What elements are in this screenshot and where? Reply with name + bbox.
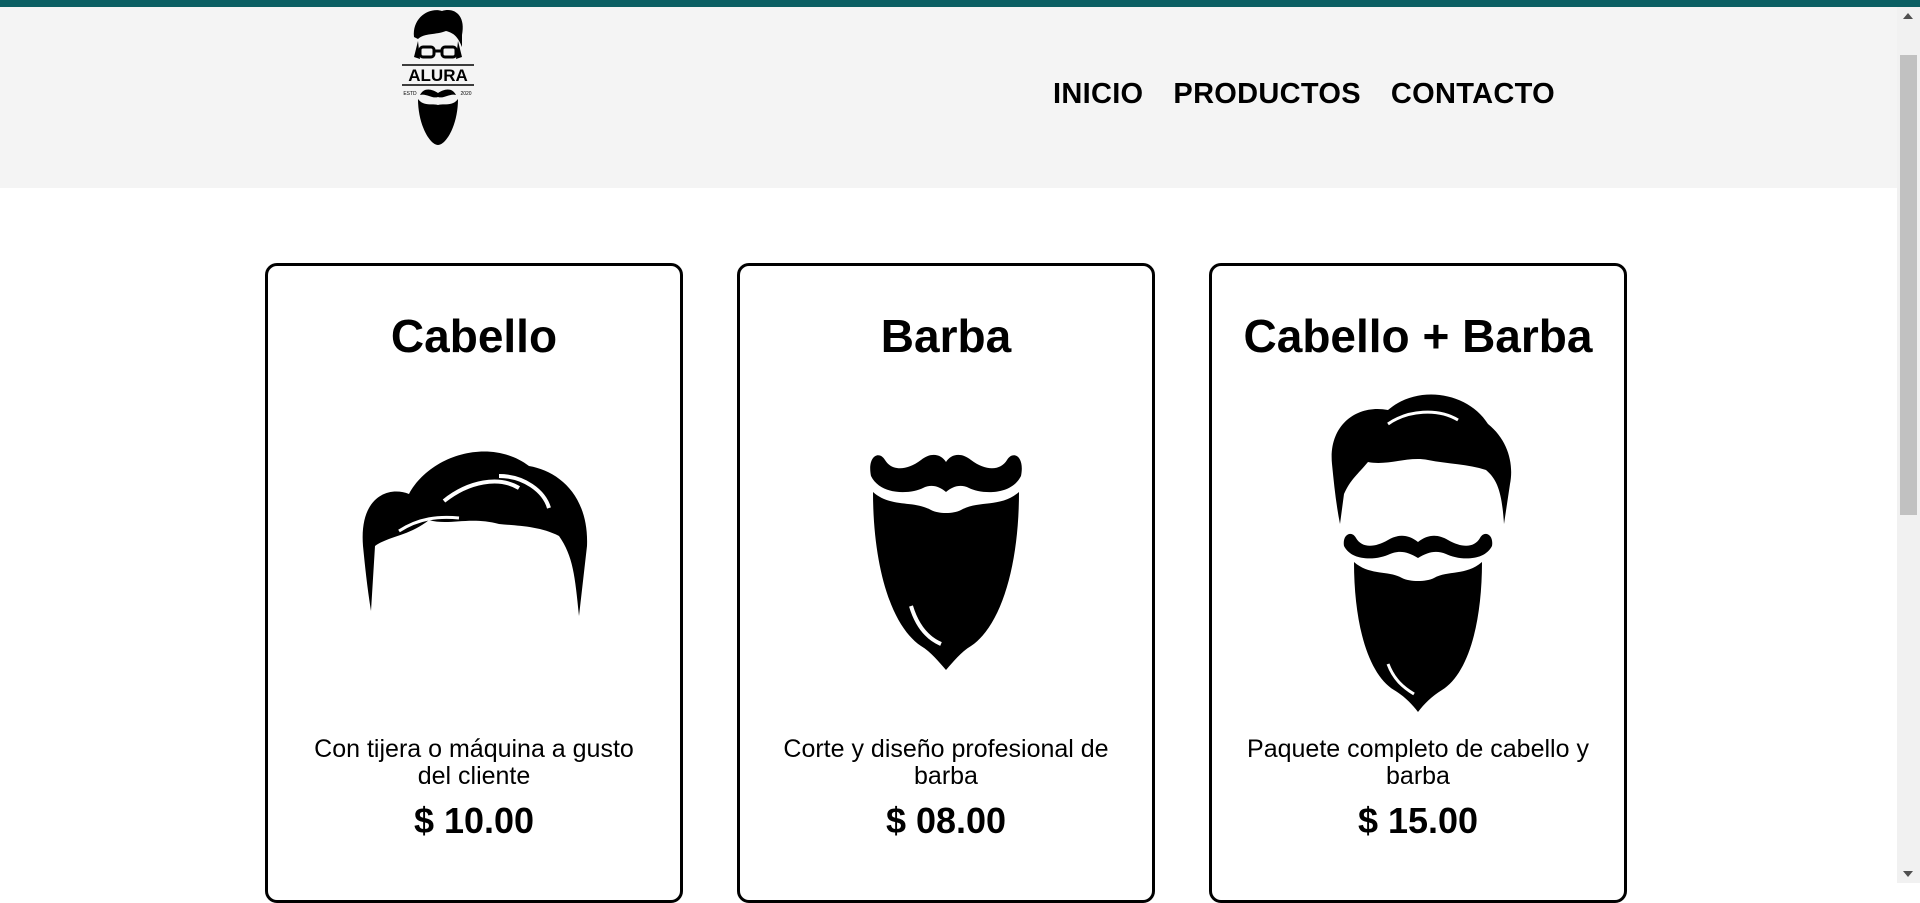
hair-and-beard-icon: [1331, 394, 1512, 712]
main-nav: INICIO PRODUCTOS CONTACTO: [1053, 74, 1555, 114]
nav-contacto[interactable]: CONTACTO: [1391, 74, 1555, 114]
product-title: Barba: [880, 310, 1012, 362]
nav-productos[interactable]: PRODUCTOS: [1173, 74, 1360, 114]
product-card-barba[interactable]: Barba Corte y diseño profesional de barb…: [737, 263, 1155, 903]
logo-est-right: 2020: [460, 91, 471, 97]
logo-wordmark: ALURA: [408, 66, 468, 85]
scrollbar-thumb[interactable]: [1900, 55, 1917, 515]
nav-inicio[interactable]: INICIO: [1053, 74, 1143, 114]
top-accent-bar: [0, 0, 1920, 7]
alura-logo[interactable]: ALURA ESTD 2020: [396, 7, 480, 147]
product-description: Con tijera o máquina a gusto del cliente: [314, 735, 634, 790]
beard-icon: [870, 454, 1022, 670]
product-price: $ 15.00: [1357, 800, 1479, 841]
logo-est-left: ESTD: [403, 91, 417, 97]
vertical-scrollbar[interactable]: [1897, 7, 1920, 883]
hair-icon: [362, 451, 588, 616]
scroll-up-icon[interactable]: [1903, 13, 1913, 19]
product-description: Paquete completo de cabello y barba: [1247, 735, 1589, 790]
product-title: Cabello + Barba: [1243, 310, 1593, 362]
site-header: ALURA ESTD 2020 INICIO PRODUCTOS CONTACT…: [0, 7, 1897, 188]
product-card-cabello[interactable]: Cabello Con tijera o máquina a gusto del…: [265, 263, 683, 903]
scroll-down-icon[interactable]: [1903, 871, 1913, 877]
product-card-cabello-barba[interactable]: Cabello + Barba Paquete completo de cabe…: [1209, 263, 1627, 903]
product-price: $ 08.00: [885, 800, 1007, 841]
product-description: Corte y diseño profesional de barba: [783, 735, 1109, 790]
product-price: $ 10.00: [413, 800, 535, 841]
product-title: Cabello: [390, 310, 558, 362]
